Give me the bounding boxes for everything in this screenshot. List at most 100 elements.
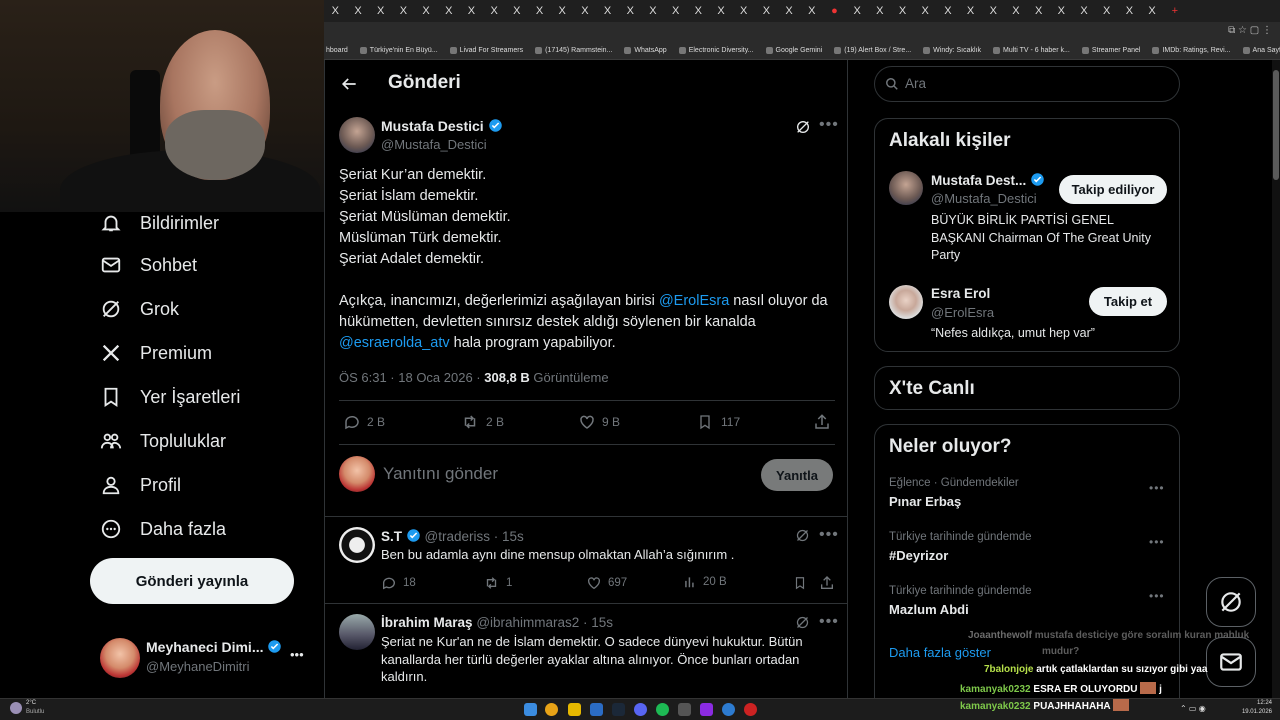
app-icon[interactable] xyxy=(590,703,603,716)
reply-author-handle[interactable]: @ibrahimmaras2 · 15s xyxy=(476,615,613,630)
scrollbar[interactable] xyxy=(1272,60,1280,698)
person-name[interactable]: Mustafa Dest... xyxy=(931,173,1026,188)
browser-tab[interactable]: X xyxy=(687,0,710,22)
browser-tab[interactable]: X xyxy=(1027,0,1050,22)
account-switcher[interactable]: Meyhaneci Dimi... @MeyhaneDimitri ••• xyxy=(100,636,320,682)
avatar[interactable] xyxy=(339,614,375,650)
more-icon[interactable]: ••• xyxy=(1149,535,1165,549)
browser-tab[interactable]: X xyxy=(846,0,869,22)
person-handle[interactable]: @Mustafa_Destici xyxy=(931,191,1037,206)
browser-tab[interactable]: X xyxy=(460,0,483,22)
repost-button[interactable]: 1 xyxy=(483,575,512,591)
start-button-icon[interactable] xyxy=(524,703,537,716)
nav-item-notifications[interactable]: Bildirimler xyxy=(100,212,219,234)
live-card[interactable]: X'te Canlı xyxy=(874,366,1180,410)
reply-author-handle[interactable]: @traderiss · 15s xyxy=(425,529,524,544)
grok-fab-button[interactable] xyxy=(1206,577,1256,627)
app-icon[interactable] xyxy=(722,703,735,716)
spotify-icon[interactable] xyxy=(656,703,669,716)
bookmark-item[interactable]: Ana Sayfa • HBO Max xyxy=(1242,47,1280,54)
reply-author-name[interactable]: S.T xyxy=(381,529,402,544)
browser-tab[interactable]: X xyxy=(392,0,415,22)
browser-tab[interactable]: X xyxy=(415,0,438,22)
bookmark-item[interactable]: Livad For Streamers xyxy=(449,47,523,54)
reply-input[interactable]: Yanıtını gönder xyxy=(383,464,498,484)
bookmark-item[interactable]: IMDb: Ratings, Revi... xyxy=(1152,47,1231,54)
follow-button[interactable]: Takip et xyxy=(1089,287,1167,316)
browser-tab[interactable]: X xyxy=(324,0,347,22)
post-author[interactable]: Mustafa Destici xyxy=(381,118,503,134)
more-icon[interactable]: ••• xyxy=(819,116,839,134)
bookmark-item[interactable]: Streamer Panel xyxy=(1081,47,1140,54)
avatar[interactable] xyxy=(889,171,923,205)
browser-tab[interactable]: X xyxy=(574,0,597,22)
browser-tab[interactable]: X xyxy=(1073,0,1096,22)
share-icon[interactable] xyxy=(819,575,835,591)
author-handle[interactable]: @Mustafa_Destici xyxy=(381,137,487,152)
avatar[interactable] xyxy=(889,285,923,319)
share-icon[interactable] xyxy=(813,413,831,431)
discord-icon[interactable] xyxy=(634,703,647,716)
app-icon[interactable] xyxy=(700,703,713,716)
messages-fab-button[interactable] xyxy=(1206,637,1256,687)
browser-tab[interactable]: X xyxy=(778,0,801,22)
browser-tab[interactable]: X xyxy=(619,0,642,22)
browser-tab[interactable]: X xyxy=(1141,0,1164,22)
browser-tab[interactable]: X xyxy=(732,0,755,22)
browser-tab[interactable]: X xyxy=(664,0,687,22)
browser-tab[interactable]: X xyxy=(642,0,665,22)
more-icon[interactable]: ••• xyxy=(819,613,839,631)
browser-tab[interactable]: X xyxy=(891,0,914,22)
bookmark-item[interactable]: Windy: Sıcaklık xyxy=(923,47,981,54)
following-button[interactable]: Takip ediliyor xyxy=(1059,175,1167,204)
browser-tab[interactable]: X xyxy=(937,0,960,22)
browser-tab[interactable]: X xyxy=(1095,0,1118,22)
chrome-icon[interactable] xyxy=(545,703,558,716)
steam-icon[interactable] xyxy=(612,703,625,716)
browser-tab[interactable]: X xyxy=(596,0,619,22)
bookmark-item[interactable]: hboard xyxy=(326,47,348,54)
folder-icon[interactable] xyxy=(568,703,581,716)
avatar[interactable] xyxy=(339,117,375,153)
more-icon[interactable]: ••• xyxy=(1149,589,1165,603)
browser-tab[interactable]: X xyxy=(369,0,392,22)
grok-icon[interactable] xyxy=(795,119,811,135)
nav-item-profile[interactable]: Profil xyxy=(100,474,181,496)
browser-tab[interactable]: X xyxy=(483,0,506,22)
app-icon[interactable] xyxy=(678,703,691,716)
like-button[interactable]: 697 xyxy=(586,575,627,591)
bookmark-item[interactable]: (19) Alert Box / Stre... xyxy=(834,47,911,54)
bookmark-item[interactable]: Google Gemini xyxy=(765,47,822,54)
like-button[interactable]: 9 B xyxy=(578,413,620,431)
trend-item[interactable]: Türkiye tarihinde gündemde Mazlum Abdi •… xyxy=(875,583,1179,633)
browser-window-controls[interactable]: ⧉ ☆ ▢ ⋮ xyxy=(1228,25,1272,36)
more-icon[interactable]: ••• xyxy=(290,647,304,662)
person-handle[interactable]: @ErolEsra xyxy=(931,305,994,320)
browser-tab[interactable]: + xyxy=(1163,0,1186,22)
reply-submit-button[interactable]: Yanıtla xyxy=(761,459,833,491)
views-button[interactable]: 20 B xyxy=(683,575,727,589)
browser-tab[interactable]: X xyxy=(959,0,982,22)
author-name[interactable]: Mustafa Destici xyxy=(381,118,484,134)
bookmark-icon[interactable] xyxy=(793,575,807,591)
browser-tab[interactable]: X xyxy=(982,0,1005,22)
more-icon[interactable]: ••• xyxy=(1149,481,1165,495)
browser-tab[interactable]: X xyxy=(710,0,733,22)
mention-link[interactable]: @esraerolda_atv xyxy=(339,335,450,351)
bookmark-item[interactable]: WhatsApp xyxy=(624,47,667,54)
more-icon[interactable]: ••• xyxy=(819,526,839,544)
nav-item-grok[interactable]: Grok xyxy=(100,298,179,320)
app-icon[interactable] xyxy=(744,703,757,716)
trend-item[interactable]: Türkiye tarihinde gündemde #Deyrizor ••• xyxy=(875,529,1179,579)
nav-item-bookmarks[interactable]: Yer İşaretleri xyxy=(100,386,240,408)
browser-tab[interactable]: X xyxy=(869,0,892,22)
bookmark-button[interactable]: 117 xyxy=(697,413,740,431)
mention-link[interactable]: @ErolEsra xyxy=(659,293,729,309)
browser-tab[interactable]: X xyxy=(914,0,937,22)
bookmark-item[interactable]: (17145) Rammstein... xyxy=(535,47,612,54)
nav-item-communities[interactable]: Topluluklar xyxy=(100,430,226,452)
nav-item-messages[interactable]: Sohbet xyxy=(100,254,197,276)
repost-button[interactable]: 2 B xyxy=(460,413,504,431)
browser-tab[interactable]: X xyxy=(551,0,574,22)
reply-author-name[interactable]: İbrahim Maraş xyxy=(381,615,473,630)
